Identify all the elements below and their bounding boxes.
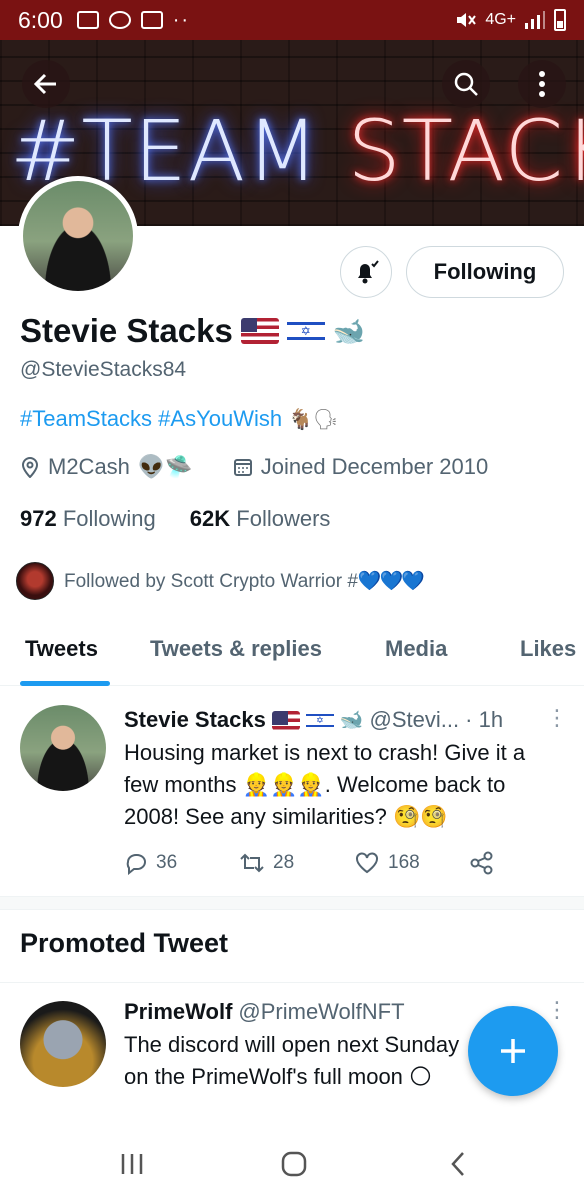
- profile-name-row: Stevie Stacks ✡ 🐋: [20, 312, 365, 350]
- profile-name: Stevie Stacks: [20, 312, 233, 349]
- home-button[interactable]: [274, 1146, 314, 1182]
- alien-ufo-emoji: 👽🛸: [137, 454, 193, 479]
- messenger-notification-icon: [108, 11, 131, 29]
- bell-check-icon: [358, 260, 379, 284]
- active-tab-indicator: [20, 681, 110, 686]
- clock: 6:00: [18, 6, 63, 33]
- tweet-author-name: PrimeWolf: [124, 999, 233, 1024]
- tab-tweets-replies[interactable]: Tweets & replies: [150, 636, 322, 662]
- tweet-avatar[interactable]: [20, 1001, 106, 1087]
- more-notifications-icon: ··: [172, 8, 191, 31]
- calendar-icon: [233, 459, 252, 476]
- tweet-actions: 36 28 168: [124, 851, 584, 875]
- search-icon: [454, 72, 478, 96]
- tweet-more-button[interactable]: ⋮: [546, 705, 568, 731]
- tweet-author-handle: @PrimeWolfNFT: [238, 999, 405, 1024]
- tweet-text: Housing market is next to crash! Give it…: [124, 740, 526, 829]
- full-moon-emoji: 🌕: [409, 1064, 432, 1089]
- whale-icon: 🐋: [339, 710, 364, 731]
- search-button[interactable]: [442, 60, 490, 108]
- status-bar: 6:00 ·· 4G+: [0, 0, 584, 40]
- followed-by-row[interactable]: Followed by Scott Crypto Warrior #💙💙💙: [16, 562, 425, 600]
- home-icon: [281, 1151, 307, 1177]
- tweet-text: The discord will open next Sunday on the…: [124, 1032, 460, 1089]
- network-type: 4G+: [485, 11, 516, 28]
- profile-meta: M2Cash 👽🛸 Joined December 2010: [20, 454, 488, 480]
- more-options-button[interactable]: [518, 60, 566, 108]
- tweet-more-button[interactable]: ⋮: [546, 997, 568, 1023]
- tweet-author-handle: @Stevi...: [369, 707, 460, 732]
- recent-apps-icon: [121, 1154, 143, 1174]
- chevron-left-icon: [451, 1152, 464, 1176]
- profile-avatar[interactable]: [18, 176, 138, 296]
- profile-tabs: Tweets Tweets & replies Media Likes: [0, 626, 584, 686]
- vertical-dots-icon: [539, 71, 545, 97]
- section-divider: [0, 896, 584, 910]
- battery-icon: [554, 9, 566, 31]
- us-flag-icon: [271, 710, 300, 730]
- israel-flag-icon: ✡: [305, 710, 334, 730]
- following-link[interactable]: 972 Following: [20, 506, 156, 532]
- israel-flag-icon: ✡: [286, 318, 325, 344]
- tweet-author-name: Stevie Stacks: [124, 707, 266, 732]
- follower-avatar: [16, 562, 54, 600]
- profile-bio: #TeamStacks #AsYouWish 🐐🗣: [20, 406, 338, 432]
- retweet-count: 28: [273, 852, 295, 873]
- profile-handle: @StevieStacks84: [20, 358, 187, 381]
- tweet-time: · 1h: [465, 707, 504, 732]
- goat-speaking-emoji: 🐐🗣: [288, 408, 339, 431]
- us-flag-icon: [240, 318, 279, 344]
- plus-icon: [501, 1039, 525, 1063]
- gallery-notification-icon: [76, 11, 99, 29]
- tab-tweets[interactable]: Tweets: [25, 636, 98, 662]
- tab-likes[interactable]: Likes: [520, 636, 576, 662]
- tweet-header: PrimeWolf @PrimeWolfNFT: [124, 999, 405, 1025]
- heart-icon: [356, 852, 378, 874]
- following-button[interactable]: Following: [406, 246, 564, 298]
- system-back-button[interactable]: [438, 1146, 478, 1182]
- bio-hashtags[interactable]: #TeamStacks #AsYouWish: [20, 406, 282, 432]
- like-button[interactable]: 168: [354, 851, 469, 875]
- reply-icon: [126, 854, 146, 875]
- followers-link[interactable]: 62K Followers: [190, 506, 331, 532]
- divider: [0, 982, 584, 983]
- profile-location: M2Cash: [48, 454, 130, 479]
- reply-button[interactable]: 36: [124, 851, 239, 875]
- mute-icon: [457, 13, 477, 27]
- reply-count: 36: [156, 852, 178, 873]
- like-count: 168: [388, 852, 420, 873]
- arrow-left-icon: [33, 73, 56, 95]
- tweet-header: Stevie Stacks ✡ 🐋 @Stevi... · 1h: [124, 707, 503, 733]
- share-icon: [470, 851, 493, 875]
- signal-icon: [525, 11, 545, 29]
- monocle-face-emoji: 🧐🧐: [393, 804, 448, 829]
- share-button[interactable]: [469, 851, 584, 875]
- follow-counts: 972 Following 62K Followers: [20, 506, 330, 532]
- location-pin-icon: [21, 457, 39, 478]
- tab-media[interactable]: Media: [385, 636, 447, 662]
- system-navigation-bar: [0, 1124, 584, 1200]
- tweet-avatar[interactable]: [20, 705, 106, 791]
- whale-icon: 🐋: [332, 315, 366, 346]
- compose-tweet-button[interactable]: [468, 1006, 558, 1096]
- construction-worker-emoji: 👷👷👷: [242, 772, 325, 797]
- notifications-bell-button[interactable]: [340, 246, 392, 298]
- back-button[interactable]: [22, 60, 70, 108]
- recent-apps-button[interactable]: [112, 1146, 152, 1182]
- followed-by-text: Followed by Scott Crypto Warrior #💙💙💙: [64, 571, 425, 592]
- youtube-notification-icon: [140, 11, 163, 29]
- retweet-button[interactable]: 28: [239, 851, 354, 875]
- profile-joined: Joined December 2010: [260, 454, 489, 479]
- retweet-icon: [240, 853, 264, 873]
- promoted-tweet-heading: Promoted Tweet: [20, 928, 229, 958]
